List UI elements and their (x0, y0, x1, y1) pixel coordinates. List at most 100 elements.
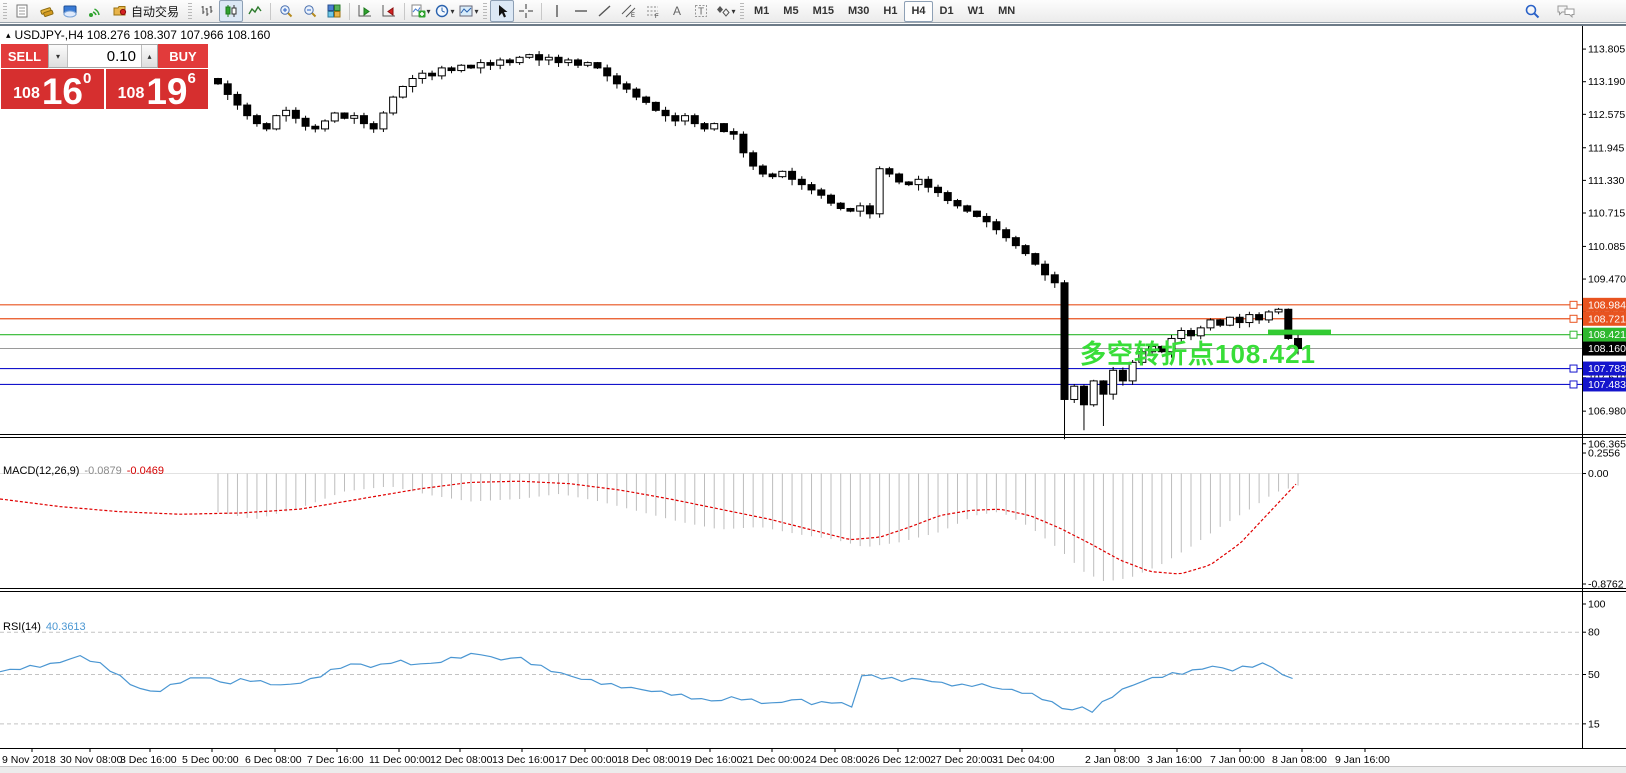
arrows-button[interactable]: ▾ (713, 0, 737, 22)
candle-body (964, 206, 971, 211)
tab-d1[interactable]: D1 (933, 1, 961, 22)
search-button[interactable] (1520, 0, 1544, 22)
candle-body (1012, 238, 1019, 246)
candle-body (331, 113, 338, 121)
candle-body (643, 97, 650, 102)
new-chart-button[interactable] (34, 0, 58, 22)
price-tag-label: 107.783 (1588, 363, 1626, 375)
buy-price-big: 19 (146, 75, 187, 108)
trendline-button[interactable] (593, 0, 617, 22)
sell-price-box[interactable]: 108 16 0 (1, 69, 104, 109)
candle-body (322, 121, 329, 129)
level-handle[interactable] (1570, 301, 1577, 308)
chat-button[interactable] (1554, 0, 1578, 22)
time-axis-label: 7 Dec 16:00 (307, 754, 364, 766)
candlestick-type-button[interactable] (219, 0, 243, 22)
tab-h4[interactable]: H4 (904, 1, 932, 22)
candle-body (302, 118, 309, 126)
volume-spinner: ▾ 0.10 ▴ (48, 44, 158, 68)
indicators-button[interactable]: ▾ (408, 0, 432, 22)
price-axis-label: 113.805 (1588, 44, 1625, 56)
candle-body (935, 187, 942, 192)
buy-price-sup: 6 (188, 70, 196, 87)
svg-text:F: F (655, 14, 659, 19)
new-order-button[interactable] (10, 0, 34, 22)
toolbar-grip[interactable] (740, 3, 744, 19)
candle-body (215, 79, 222, 84)
autotrading-button[interactable]: 自动交易 (106, 0, 185, 22)
cursor-button[interactable] (490, 0, 514, 22)
candle-body (1217, 320, 1224, 325)
chart-shift-icon (381, 3, 397, 19)
candle-body (915, 179, 922, 184)
periods-button[interactable]: ▾ (432, 0, 456, 22)
price-chart[interactable]: 113.805113.190112.575111.945111.330110.7… (0, 26, 1626, 773)
bar-chart-type-button[interactable] (195, 0, 219, 22)
chevron-down-icon[interactable]: ▾ (427, 7, 431, 16)
candle-body (993, 222, 1000, 230)
candle-body (244, 105, 251, 116)
line-chart-type-button[interactable] (243, 0, 267, 22)
level-handle[interactable] (1570, 315, 1577, 322)
toolbar-right-group (1520, 0, 1578, 22)
vertical-line-button[interactable] (545, 0, 569, 22)
candle-body (458, 65, 465, 70)
zoom-out-button[interactable] (298, 0, 322, 22)
tab-mn[interactable]: MN (991, 1, 1022, 22)
tab-m15[interactable]: M15 (806, 1, 841, 22)
crosshair-button[interactable] (514, 0, 538, 22)
volume-increase-button[interactable]: ▴ (141, 45, 157, 67)
candle-body (224, 84, 231, 95)
candle-body (370, 124, 377, 129)
tab-h1[interactable]: H1 (876, 1, 904, 22)
level-handle[interactable] (1570, 381, 1577, 388)
candle-body (711, 124, 718, 129)
profiles-cloud-icon (62, 3, 78, 19)
signals-button[interactable] (82, 0, 106, 22)
volume-input[interactable]: 0.10 (68, 45, 141, 67)
toolbar-separator (404, 3, 405, 20)
tab-m5[interactable]: M5 (776, 1, 805, 22)
macd-label: MACD(12,26,9)-0.0879-0.0469 (3, 465, 164, 477)
candle-body (905, 182, 912, 185)
candle-body (1236, 317, 1243, 322)
price-tag-label: 107.483 (1588, 379, 1626, 391)
toolbar-grip[interactable] (188, 3, 192, 19)
candle-body (672, 116, 679, 121)
price-axis-label: 109.470 (1588, 274, 1626, 286)
templates-button[interactable]: ▾ (456, 0, 480, 22)
volume-decrease-button[interactable]: ▾ (49, 45, 68, 67)
time-axis-label: 12 Dec 08:00 (430, 754, 493, 766)
toolbar-grip[interactable] (483, 3, 487, 19)
buy-button[interactable]: BUY (158, 44, 208, 68)
auto-scroll-button[interactable] (353, 0, 377, 22)
toolbar-grip[interactable] (3, 3, 7, 19)
zoom-in-button[interactable] (274, 0, 298, 22)
tile-windows-icon (326, 3, 342, 19)
macd-main-value: -0.0879 (84, 465, 121, 477)
chevron-down-icon[interactable]: ▾ (732, 7, 736, 16)
candle-body (292, 110, 299, 118)
candle-body (925, 179, 932, 187)
text-button[interactable]: A (665, 0, 689, 22)
tab-m30[interactable]: M30 (841, 1, 876, 22)
sell-button[interactable]: SELL (1, 44, 48, 68)
level-handle[interactable] (1570, 331, 1577, 338)
tab-m1[interactable]: M1 (747, 1, 776, 22)
chart-shift-button[interactable] (377, 0, 401, 22)
level-handle[interactable] (1570, 365, 1577, 372)
gold-chart-icon (38, 3, 54, 19)
candle-body (789, 171, 796, 179)
chevron-down-icon[interactable]: ▾ (475, 7, 479, 16)
tile-windows-button[interactable] (322, 0, 346, 22)
channel-button[interactable]: E (617, 0, 641, 22)
profiles-button[interactable] (58, 0, 82, 22)
buy-price-box[interactable]: 108 19 6 (106, 69, 209, 109)
chat-bubbles-icon (1556, 3, 1576, 19)
text-label-button[interactable]: T (689, 0, 713, 22)
chevron-down-icon[interactable]: ▾ (451, 7, 455, 16)
fibonacci-button[interactable]: F (641, 0, 665, 22)
candle-body (983, 216, 990, 221)
tab-w1[interactable]: W1 (961, 1, 992, 22)
horizontal-line-button[interactable] (569, 0, 593, 22)
